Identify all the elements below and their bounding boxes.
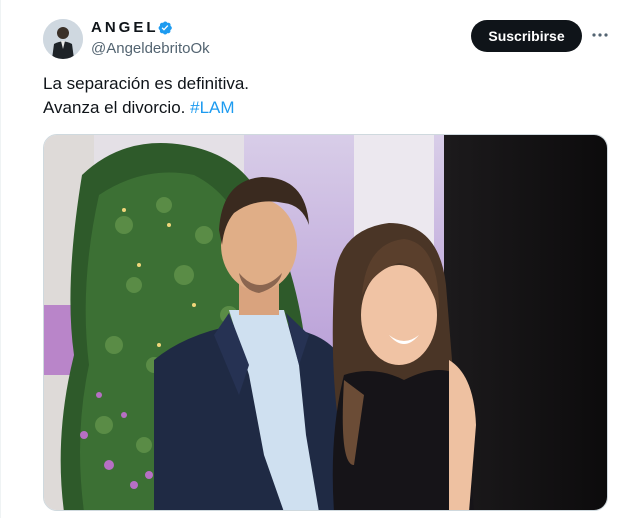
author-handle[interactable]: @AngeldebritoOk <box>91 40 210 58</box>
tweet-text-line-1: La separación es definitiva. <box>43 74 250 93</box>
tweet-photo[interactable] <box>43 134 608 511</box>
author-name[interactable]: ANGEL <box>91 19 159 37</box>
timeline-border <box>0 0 1 518</box>
subscribe-button[interactable]: Suscribirse <box>471 20 582 52</box>
tweet-text: La separación es definitiva. Avanza el d… <box>43 72 603 120</box>
tweet-text-line-2: Avanza el divorcio. #LAM <box>43 96 603 120</box>
verified-badge-icon <box>158 21 172 35</box>
avatar[interactable] <box>43 19 83 59</box>
more-options-button[interactable] <box>589 23 611 47</box>
hashtag-link[interactable]: #LAM <box>190 98 234 117</box>
more-horizontal-icon <box>592 33 608 37</box>
tweet-text-line-2-content: Avanza el divorcio. <box>43 98 186 117</box>
